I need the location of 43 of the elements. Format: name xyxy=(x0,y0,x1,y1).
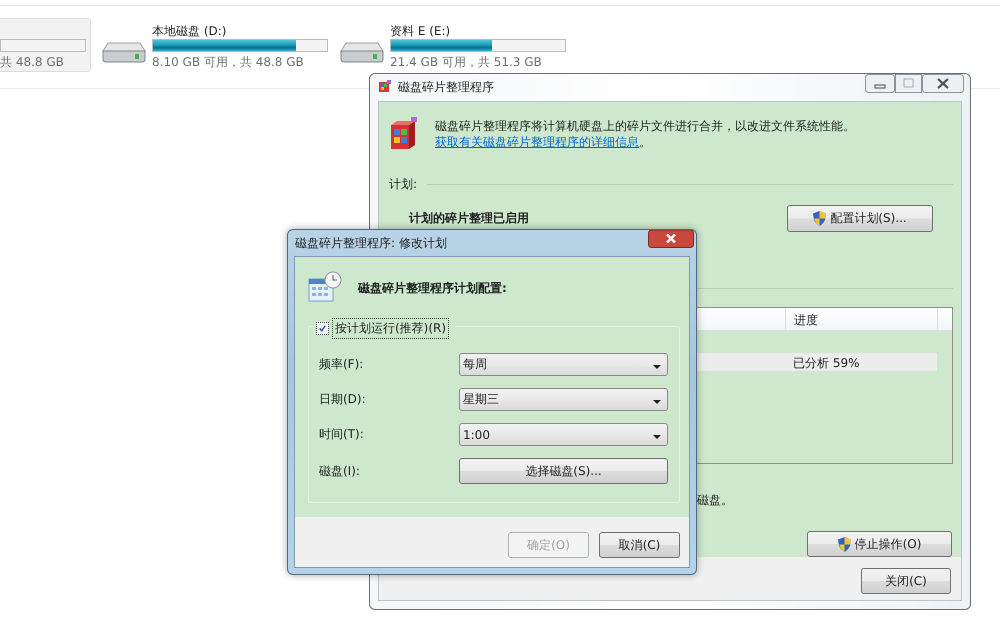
schedule-status: 计划的碎片整理已启用 xyxy=(409,210,529,227)
dialog-title: 磁盘碎片整理程序: 修改计划 xyxy=(295,234,447,252)
section-heading: 计划: xyxy=(389,176,418,193)
defrag-icon xyxy=(389,117,419,151)
checkbox[interactable] xyxy=(316,322,329,335)
field-label: 频率(F): xyxy=(319,356,364,373)
checkmark-icon xyxy=(319,324,326,333)
field-label: 时间(T): xyxy=(319,426,365,443)
intro-text: 磁盘碎片整理程序将计算机硬盘上的碎片文件进行合并，以改进文件系统性能。 获取有关磁盘碎片整理程序的详细信息。 xyxy=(435,118,856,151)
progress-cell-text: 已分析 59% xyxy=(792,355,860,371)
dialog-button[interactable]: 取消(C) xyxy=(599,532,680,558)
status-text: 磁盘。 xyxy=(696,492,734,509)
dropdown[interactable]: 1:00 xyxy=(459,423,668,446)
window-title: 磁盘碎片整理程序 xyxy=(398,79,494,96)
checkbox-label[interactable]: 按计划运行(推荐)(R) xyxy=(332,318,450,339)
dialog-heading: 磁盘碎片整理程序计划配置: xyxy=(358,280,507,296)
drive-usage: 共 48.8 GB xyxy=(0,54,65,71)
drive-tile[interactable]: 本地磁盘 (D:) 8.10 GB 可用，共 48.8 GB xyxy=(97,18,333,72)
caret-icon xyxy=(653,400,661,404)
dropdown[interactable]: 每周 xyxy=(459,353,668,376)
drive-usage: 21.4 GB 可用，共 51.3 GB xyxy=(390,54,543,71)
close-button[interactable]: 关闭(C) xyxy=(861,568,951,594)
drive-tile[interactable]: 资料 E (E:) 21.4 GB 可用，共 51.3 GB xyxy=(335,18,571,72)
caret-icon xyxy=(653,434,661,438)
drive-name: 本地磁盘 (D:) xyxy=(152,23,228,37)
select-disks-button[interactable]: 选择磁盘(S)... xyxy=(459,458,668,484)
minimize-button[interactable] xyxy=(865,74,895,93)
close-button[interactable] xyxy=(922,74,964,93)
caret-icon xyxy=(653,364,661,368)
shield-icon xyxy=(838,536,851,552)
drive-name: 资料 E (E:) xyxy=(390,23,452,37)
field-label: 磁盘(I): xyxy=(319,462,361,480)
help-link[interactable]: 获取有关磁盘碎片整理程序的详细信息 xyxy=(435,135,639,149)
stop-button[interactable]: 停止操作(O) xyxy=(807,531,952,557)
field-label: 日期(D): xyxy=(319,391,367,408)
drive-tile[interactable]: 共 48.8 GB xyxy=(0,18,91,72)
defrag-icon xyxy=(378,79,392,93)
configure-schedule-button[interactable]: 配置计划(S)... xyxy=(787,205,933,232)
shield-icon xyxy=(813,211,826,226)
drive-usage: 8.10 GB 可用，共 48.8 GB xyxy=(152,54,305,71)
close-button[interactable] xyxy=(648,230,694,248)
calendar-clock-icon xyxy=(308,270,342,302)
dropdown[interactable]: 星期三 xyxy=(459,388,668,411)
